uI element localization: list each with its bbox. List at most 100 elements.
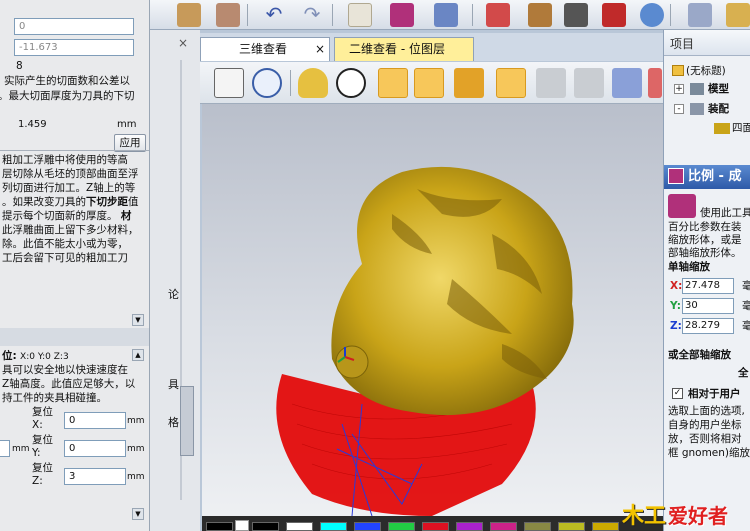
z-label: Z: xyxy=(670,320,682,332)
assembly-icon xyxy=(690,103,704,115)
redo-icon[interactable]: ↷ xyxy=(300,3,324,27)
paste-icon[interactable] xyxy=(216,3,240,27)
shape-icon[interactable] xyxy=(726,3,750,27)
pos-y-input[interactable]: 0 xyxy=(64,440,126,457)
cube-icon[interactable] xyxy=(688,3,712,27)
desc-line: 使用此工具 xyxy=(700,207,750,219)
edge-label: 格 xyxy=(168,416,179,429)
bold-term: 下切步距 xyxy=(86,196,128,208)
edge-label: 论 xyxy=(168,288,179,301)
layer2-icon[interactable] xyxy=(574,68,604,98)
scroll-down-icon[interactable]: ▼ xyxy=(132,314,144,326)
relief-icon[interactable] xyxy=(486,3,510,27)
axes-icon[interactable] xyxy=(414,68,444,98)
pos-z-input[interactable]: 3 xyxy=(64,468,126,485)
expand-icon[interactable]: + xyxy=(674,84,684,94)
close-icon[interactable]: × xyxy=(178,36,188,50)
color-palette xyxy=(202,516,663,531)
bear-icon[interactable] xyxy=(528,3,552,27)
pos-x-input[interactable]: 0 xyxy=(64,412,126,429)
desc-line: 除。此值不能太小或为零， xyxy=(2,238,128,250)
color-swatch[interactable] xyxy=(456,522,483,531)
copy-icon[interactable] xyxy=(177,3,201,27)
color-swatch[interactable] xyxy=(592,522,619,531)
zoom-icon[interactable] xyxy=(252,68,282,98)
value-8: 8 xyxy=(16,60,23,72)
scroll-down-icon[interactable]: ▼ xyxy=(132,508,144,520)
view-tabs: 三维查看 × 二维查看 - 位图层 xyxy=(200,33,663,61)
tool-book-icon xyxy=(668,194,696,218)
tools-icon[interactable] xyxy=(434,3,458,27)
color-swatch[interactable] xyxy=(524,522,551,531)
view-cube-icon[interactable] xyxy=(214,68,244,98)
bold-term: 材 xyxy=(120,210,132,222)
close-icon[interactable]: × xyxy=(315,38,325,60)
desc-line: Z轴高度。此值应足够大，以 xyxy=(2,378,136,390)
collapsed-panel-strip: × 论 具 格 xyxy=(150,30,200,531)
all-axis-value: 全 xyxy=(738,367,749,379)
color-swatch[interactable] xyxy=(558,522,585,531)
field-top-2[interactable]: -11.673 xyxy=(14,39,134,56)
scale-book-icon xyxy=(668,168,684,184)
field-top-1[interactable]: 0 xyxy=(14,18,134,35)
color-swatch[interactable] xyxy=(286,522,313,531)
unit-label: 毫 xyxy=(742,279,750,293)
unit-mm: mm xyxy=(127,416,145,426)
plane-icon[interactable] xyxy=(378,68,408,98)
pos-x-label: 复位 X: xyxy=(32,406,53,431)
box-icon[interactable] xyxy=(454,68,484,98)
desc-line: 提示每个切面新的厚度。 材 xyxy=(2,210,132,222)
main-toolbar: ↶ ↷ xyxy=(150,0,750,30)
brush-icon[interactable] xyxy=(612,68,642,98)
tab-3d-view[interactable]: 三维查看 × xyxy=(200,37,330,61)
left-panel: 0 -11.673 8 实际产生的切面数和公差以 。最大切面厚度为刀具的下切 1… xyxy=(0,0,150,531)
stamp-icon[interactable] xyxy=(602,3,626,27)
scale-y-input[interactable]: 30 xyxy=(682,298,734,314)
section-title: 比例 - 成 xyxy=(688,169,742,184)
color-swatch[interactable] xyxy=(320,522,347,531)
eye-icon[interactable] xyxy=(336,68,366,98)
more-icon[interactable] xyxy=(648,68,662,98)
note-line: 框 gnomen)缩放 xyxy=(668,447,750,459)
scroll-up-icon[interactable]: ▲ xyxy=(132,349,144,361)
tab-2d-view[interactable]: 二维查看 - 位图层 xyxy=(334,37,474,61)
collapse-icon[interactable]: - xyxy=(674,104,684,114)
skull-icon[interactable] xyxy=(564,3,588,27)
splitter-handle[interactable] xyxy=(180,386,194,456)
undo-icon[interactable]: ↶ xyxy=(262,3,286,27)
thickness-unit: mm xyxy=(117,119,137,130)
scale-x-input[interactable]: 27.478 xyxy=(682,278,734,294)
light-icon[interactable] xyxy=(298,68,328,98)
desc-line: 缩放形体，或是 xyxy=(668,234,742,246)
notes-icon[interactable] xyxy=(348,3,372,27)
desc-line: 工后会留下可见的粗加工刀 xyxy=(2,252,128,264)
unit-label: 毫 xyxy=(742,319,750,333)
right-panel: 项目 (无标题) + 模型 - 装配 四面 比例 - 成 使用此工具 百分比参数… xyxy=(663,30,750,531)
tree-item-model[interactable]: 模型 xyxy=(708,82,729,96)
relative-checkbox[interactable]: ✓ xyxy=(672,388,683,399)
tree-item-assembly[interactable]: 装配 xyxy=(708,102,729,116)
scale-z-input[interactable]: 28.279 xyxy=(682,318,734,334)
unit-label: 毫 xyxy=(742,299,750,313)
part-icon xyxy=(714,123,730,134)
3d-viewport[interactable] xyxy=(202,104,663,516)
layer-icon[interactable] xyxy=(536,68,566,98)
book-icon[interactable] xyxy=(390,3,414,27)
stub-input[interactable] xyxy=(0,440,10,457)
sheet-icon[interactable] xyxy=(496,68,526,98)
desc-line: 部轴缩放形体。 xyxy=(668,247,742,259)
color-swatch[interactable] xyxy=(490,522,517,531)
model-icon xyxy=(690,83,704,95)
color-swatch[interactable] xyxy=(354,522,381,531)
relative-label: 相对于用户 xyxy=(688,388,741,400)
swatch-menu-icon[interactable] xyxy=(235,520,249,531)
color-swatch[interactable] xyxy=(206,522,233,531)
sphere-icon[interactable] xyxy=(640,3,664,27)
color-swatch[interactable] xyxy=(252,522,279,531)
color-swatch[interactable] xyxy=(388,522,415,531)
color-swatch[interactable] xyxy=(422,522,449,531)
desc-line: 。最大切面厚度为刀具的下切 xyxy=(0,90,135,102)
tree-item-root[interactable]: (无标题) xyxy=(686,64,726,78)
tree-item-part[interactable]: 四面 xyxy=(732,121,750,135)
watermark-logo: 木工 爱好者 xyxy=(622,504,728,529)
